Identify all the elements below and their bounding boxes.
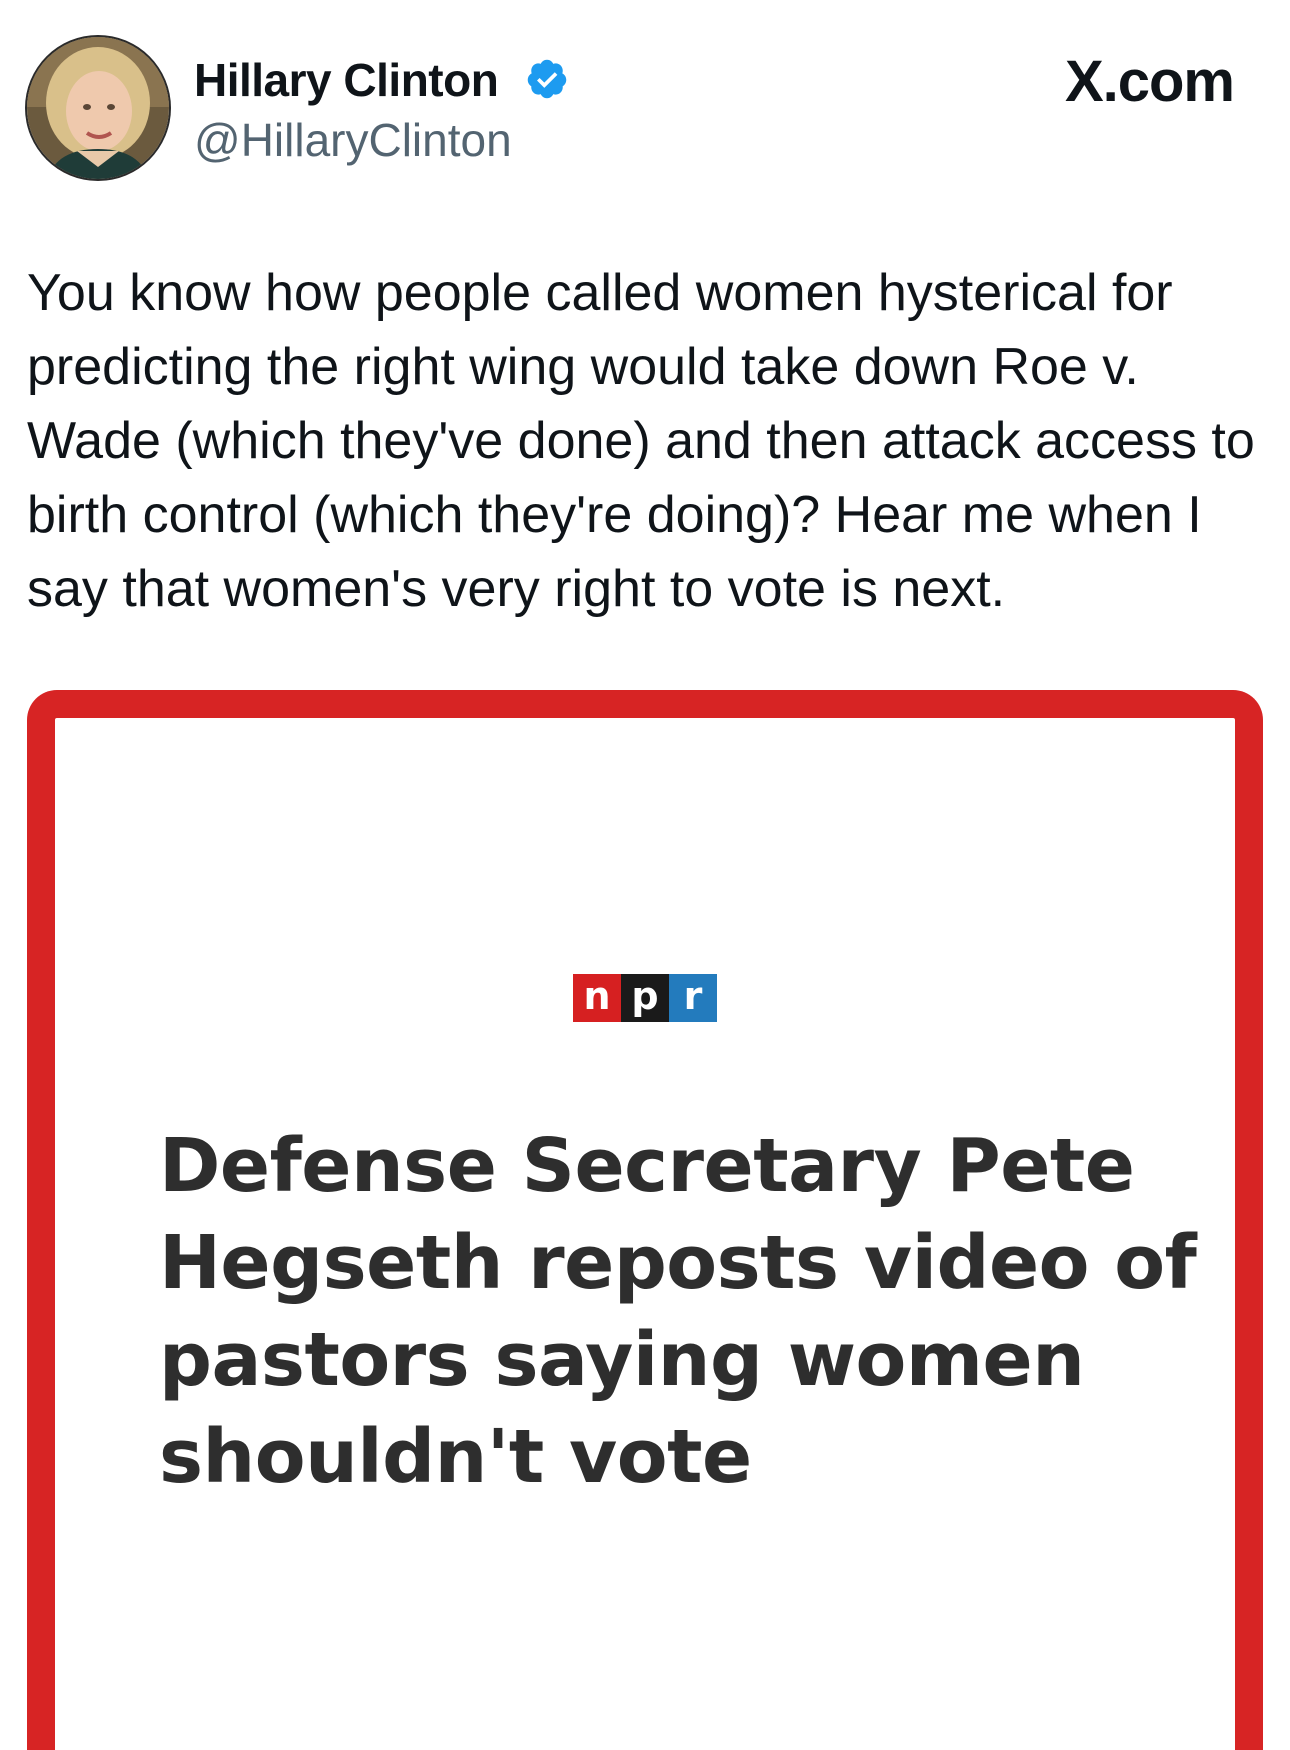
tweet-text: You know how people called women hysteri…	[27, 264, 1255, 618]
tweet-media-image[interactable]: n p r Defense Secretary Pete Hegseth rep…	[27, 690, 1263, 1750]
verified-badge-icon	[527, 59, 567, 99]
article-headline: Defense Secretary Pete Hegseth reposts v…	[159, 1123, 1197, 1500]
avatar[interactable]	[27, 37, 169, 179]
brand-watermark: X.com	[1064, 49, 1235, 114]
npr-logo-n: n	[573, 974, 621, 1022]
display-name[interactable]: Hillary Clinton	[194, 48, 499, 112]
user-handle[interactable]: @HillaryClinton	[194, 108, 512, 172]
npr-logo-p: p	[621, 974, 669, 1022]
avatar-photo	[27, 37, 169, 179]
npr-logo-r: r	[669, 974, 717, 1022]
npr-logo: n p r	[573, 974, 717, 1022]
